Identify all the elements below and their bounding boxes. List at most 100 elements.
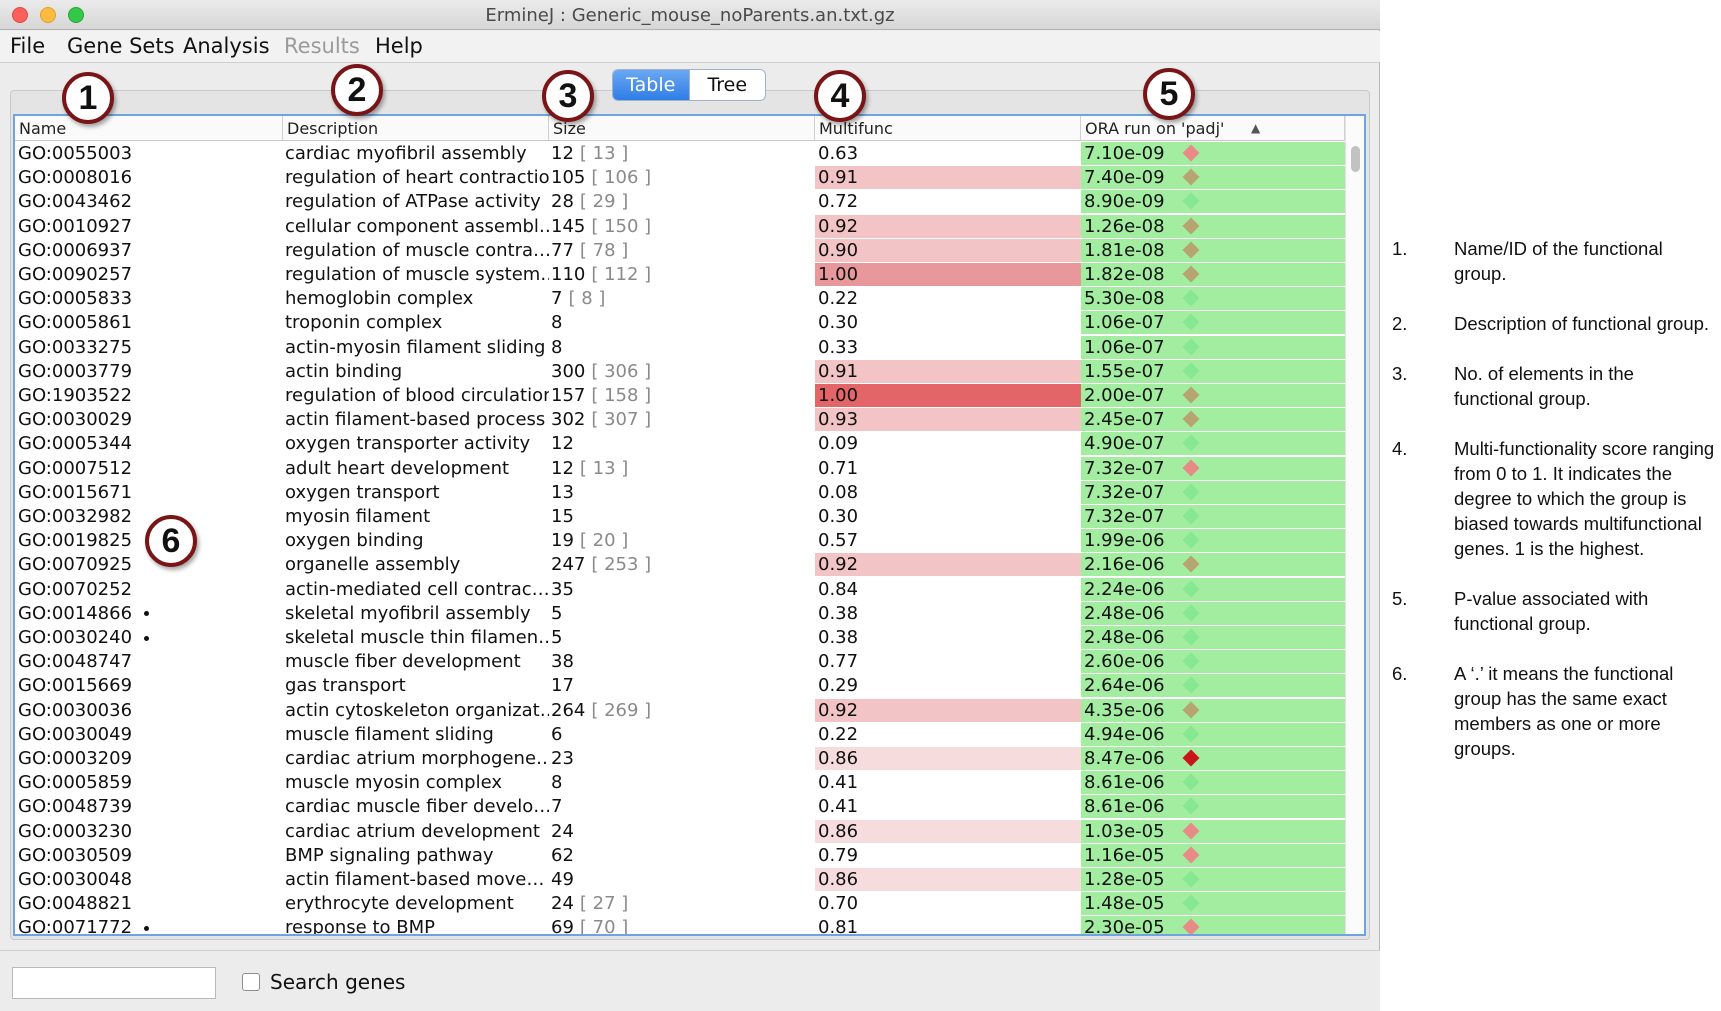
table-row[interactable]: GO:0030509 BMP signaling pathway 62 0.79 1.1…	[15, 843, 1345, 868]
table-row[interactable]: GO:0032982 myosin filament 15 0.30 7.32e-07	[15, 505, 1345, 529]
table-row[interactable]: GO:0030029 actin filament-based process 30…	[15, 408, 1345, 432]
window-title: ErmineJ : Generic_mouse_noParents.an.txt…	[485, 5, 895, 26]
size-value: 8	[551, 312, 563, 334]
pvalue-text: 2.48e-06	[1084, 602, 1165, 624]
cell-name: GO:0055003	[18, 142, 280, 165]
table-row[interactable]: GO:0033275 actin-myosin filament sliding 8…	[15, 335, 1345, 360]
pvalue-text: 8.47e-06	[1084, 748, 1165, 769]
diamond-icon	[1182, 773, 1200, 791]
cell-multifunc: 0.41	[818, 772, 859, 794]
table-row[interactable]: GO:0030049 muscle filament sliding 6 0.22 4.…	[15, 722, 1345, 747]
table-row[interactable]: GO:1903522 regulation of blood circulatio…	[15, 384, 1345, 408]
menu-file[interactable]: File	[10, 34, 45, 58]
table-row[interactable]: GO:0048747 muscle fiber development 38 0.77…	[15, 650, 1345, 674]
go-id: GO:0048747	[18, 651, 133, 673]
size-value: 13	[551, 481, 574, 503]
table-row[interactable]: GO:0015671 oxygen transport 13 0.08 7.32e-07	[15, 480, 1345, 505]
table-row[interactable]: GO:0015669 gas transport 17 0.29 2.64e-06	[15, 674, 1345, 698]
table-row[interactable]: GO:0003209 cardiac atrium morphogene… 23 0.…	[15, 747, 1345, 771]
table-row[interactable]: GO:0006937 regulation of muscle contra… 77…	[15, 238, 1345, 263]
cell-size: 35	[551, 578, 813, 601]
pvalue-text: 2.48e-06	[1084, 627, 1165, 648]
column-header-name[interactable]: Name	[15, 116, 283, 141]
table-row[interactable]: GO:0071772 response to BMP 69 [ 70 ] 0.81 2.3…	[15, 916, 1345, 934]
table-row[interactable]: GO:0030036 actin cytoskeleton organizat… 2…	[15, 698, 1345, 723]
callout-1: 1	[62, 72, 114, 124]
tab-table[interactable]: Table	[613, 70, 689, 100]
cell-name: GO:0030036	[18, 699, 280, 722]
column-header-multifunc[interactable]: Multifunc	[815, 116, 1081, 141]
go-id: GO:0008016	[18, 167, 133, 189]
legend-item-1: 1. Name/ID of the functional group.	[1392, 236, 1717, 286]
cell-multifunc: 0.38	[818, 627, 859, 648]
cell-size: 62	[551, 844, 813, 867]
tab-tree[interactable]: Tree	[688, 70, 766, 100]
menu-gene-sets[interactable]: Gene Sets	[67, 34, 175, 58]
table-row[interactable]: GO:0003779 actin binding 300[ 306 ] 0.91 1.5…	[15, 359, 1345, 384]
menu-help[interactable]: Help	[375, 34, 423, 58]
diamond-icon	[1182, 555, 1200, 573]
table-row[interactable]: GO:0003230 cardiac atrium development 24 0.…	[15, 819, 1345, 844]
table-row[interactable]: GO:0019825 oxygen binding 19[ 20 ] 0.57 1.99…	[15, 529, 1345, 553]
column-header-description[interactable]: Description	[283, 116, 549, 141]
table-row[interactable]: GO:0070925 organelle assembly 247[ 253 ] 0.…	[15, 553, 1345, 577]
go-id: GO:0030036	[18, 699, 133, 721]
go-id: GO:0003209	[18, 748, 133, 769]
pvalue-text: 1.06e-07	[1084, 312, 1165, 334]
size-value: 8	[551, 772, 563, 794]
go-id: GO:0032982	[18, 506, 133, 527]
legend-item-4: 4. Multi-functionality score ranging from…	[1392, 436, 1717, 561]
size-full-value: [ 13 ]	[579, 457, 629, 479]
callout-3: 3	[542, 70, 594, 122]
cell-ora-pvalue: 7.10e-09	[1081, 142, 1345, 165]
table-row[interactable]: GO:0005861 troponin complex 8 0.30 1.06e-07	[15, 311, 1345, 335]
table-row[interactable]: GO:0043462 regulation of ATPase activity 2…	[15, 190, 1345, 214]
size-full-value: [ 306 ]	[591, 360, 652, 382]
cell-multifunc: 0.30	[818, 506, 859, 527]
pvalue-text: 2.64e-06	[1084, 675, 1165, 697]
table-row[interactable]: GO:0010927 cellular component assembl… 145…	[15, 214, 1345, 239]
cell-name: GO:0048821	[18, 892, 280, 915]
column-header-size[interactable]: Size	[549, 116, 815, 141]
cell-size: 110[ 112 ]	[551, 263, 813, 286]
table-row[interactable]: GO:0055003 cardiac myofibril assembly 12[ …	[15, 142, 1345, 166]
search-input[interactable]	[12, 967, 216, 999]
callout-6: 6	[145, 515, 197, 567]
table-row[interactable]: GO:0014866 skeletal myofibril assembly 5 0.…	[15, 601, 1345, 626]
diamond-icon	[1182, 652, 1200, 670]
cell-multifunc: 0.86	[815, 747, 1081, 770]
size-full-value: [ 8 ]	[568, 288, 606, 310]
cell-size: 157[ 158 ]	[551, 384, 813, 407]
table-row[interactable]: GO:0048821 erythrocyte development 24[ 27 …	[15, 892, 1345, 916]
go-id: GO:0048739	[18, 796, 133, 818]
cell-ora-pvalue: 4.90e-07	[1081, 432, 1345, 456]
search-genes-checkbox[interactable]	[242, 973, 260, 991]
cell-description: regulation of muscle system…	[285, 264, 549, 285]
table-row[interactable]: GO:0090257 regulation of muscle system… 11…	[15, 263, 1345, 287]
go-id: GO:0043462	[18, 191, 133, 213]
go-id: GO:0005833	[18, 288, 133, 310]
table-row[interactable]: GO:0008016 regulation of heart contractio…	[15, 166, 1345, 190]
table-row[interactable]: GO:0005344 oxygen transporter activity 12 0…	[15, 432, 1345, 456]
scrollbar-thumb[interactable]	[1351, 146, 1360, 172]
vertical-scrollbar[interactable]	[1345, 116, 1364, 934]
table-row[interactable]: GO:0005859 muscle myosin complex 8 0.41 8.61…	[15, 771, 1345, 795]
diamond-icon	[1182, 725, 1200, 743]
column-header-ora[interactable]: ORA run on 'padj' ▲	[1081, 116, 1345, 141]
table-row[interactable]: GO:0070252 actin-mediated cell contrac… 35…	[15, 577, 1345, 602]
cell-name: GO:0005344	[18, 432, 280, 455]
table-row[interactable]: GO:0030048 actin filament-based move… 49 0.…	[15, 868, 1345, 892]
table-row[interactable]: GO:0030240 skeletal muscle thin filamen… 5…	[15, 626, 1345, 650]
cell-ora-pvalue: 2.45e-07	[1081, 408, 1345, 432]
go-id: GO:0030029	[18, 409, 133, 431]
cell-name: GO:0006937	[18, 239, 280, 262]
view-toggle: Table Tree	[612, 69, 766, 101]
pvalue-text: 7.40e-09	[1084, 167, 1165, 189]
table-row[interactable]: GO:0005833 hemoglobin complex 7[ 8 ] 0.22 5.…	[15, 287, 1345, 311]
legend-number: 1.	[1392, 238, 1408, 259]
cell-name: GO:0048747	[18, 650, 280, 673]
table-row[interactable]: GO:0007512 adult heart development 12[ 13 …	[15, 456, 1345, 481]
menu-analysis[interactable]: Analysis	[183, 34, 270, 58]
legend-item-6: 6. A ‘.’ it means the functional group ha…	[1392, 661, 1717, 761]
table-row[interactable]: GO:0048739 cardiac muscle fiber develo… 7 0…	[15, 795, 1345, 819]
